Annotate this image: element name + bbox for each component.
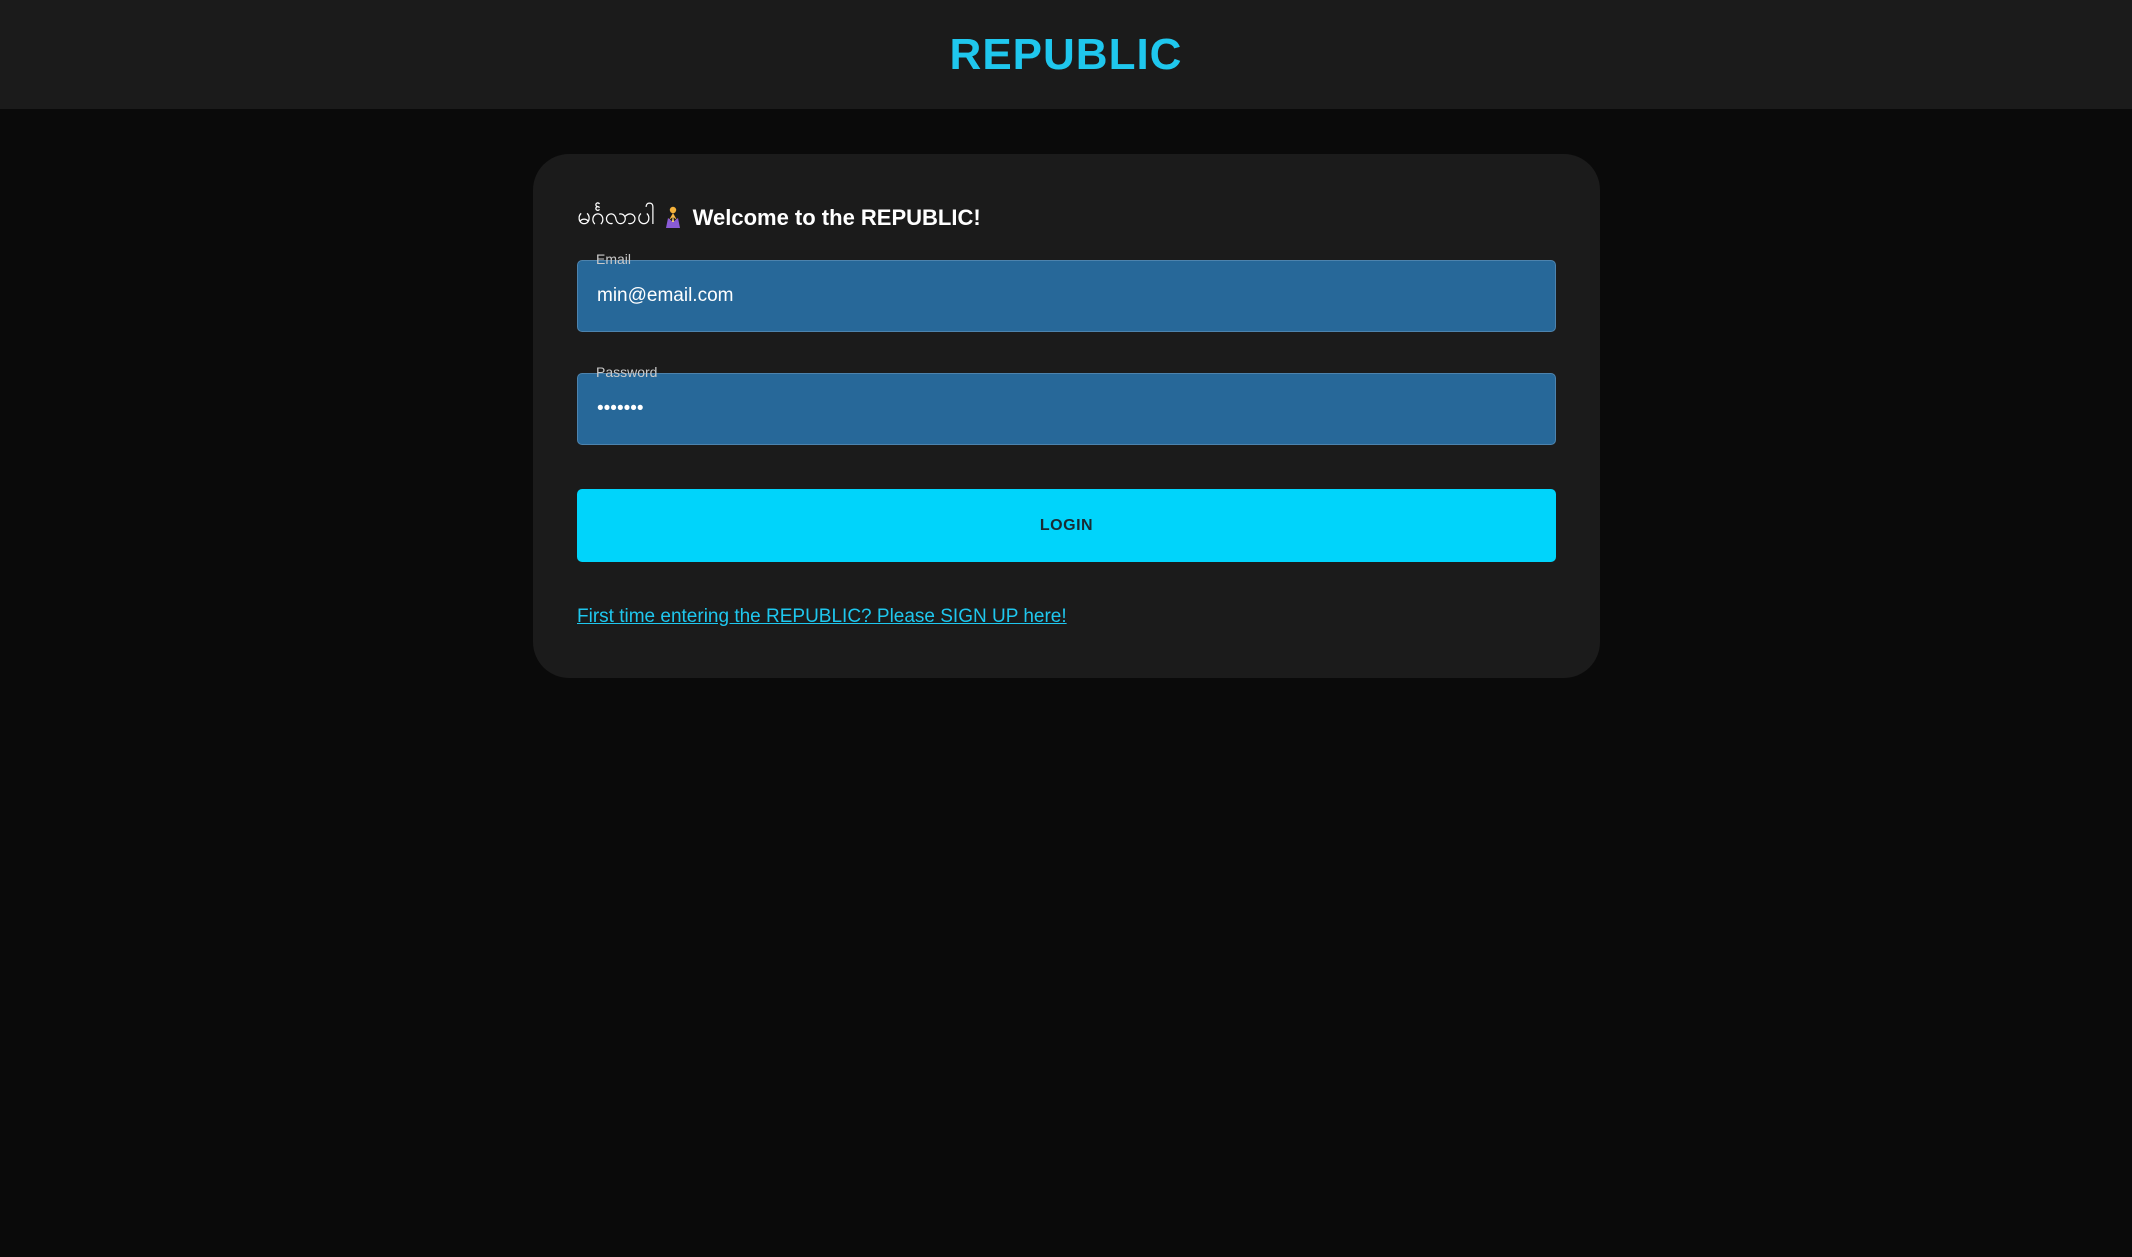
email-field-group: min@email.com Email	[577, 251, 1556, 332]
login-card: မင်္ဂလာပါ Welcome to the REPUBLIC! min@e…	[533, 154, 1600, 678]
greeting-native: မင်္ဂလာပါ	[577, 202, 655, 230]
signup-link[interactable]: First time entering the REPUBLIC? Please…	[577, 606, 1067, 628]
folded-hands-icon	[665, 206, 681, 230]
password-label: Password	[596, 364, 658, 380]
email-label: Email	[596, 251, 632, 267]
email-field[interactable]: min@email.com	[577, 260, 1556, 332]
password-field-group: ••••••• Password	[577, 364, 1556, 445]
password-field[interactable]: •••••••	[577, 373, 1556, 445]
top-bar: REPUBLIC	[0, 0, 2132, 109]
login-button[interactable]: LOGIN	[577, 489, 1556, 562]
greeting-text: Welcome to the REPUBLIC!	[692, 205, 981, 230]
brand-logo[interactable]: REPUBLIC	[950, 30, 1183, 80]
greeting: မင်္ဂလာပါ Welcome to the REPUBLIC!	[577, 196, 981, 240]
